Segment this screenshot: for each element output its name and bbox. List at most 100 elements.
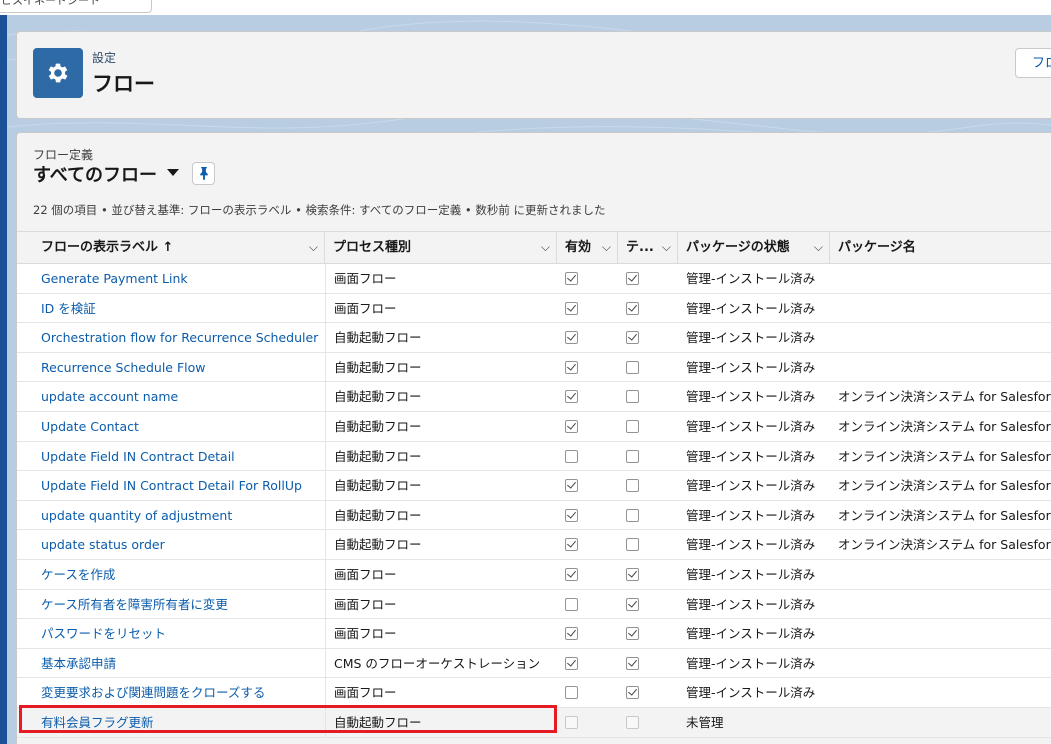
- browser-tab[interactable]: ビスイネードシート: [0, 0, 152, 13]
- active-checkbox: [565, 419, 578, 433]
- flow-label-link[interactable]: update quantity of adjustment: [33, 501, 324, 530]
- new-flow-button[interactable]: フロ: [1015, 48, 1051, 78]
- process-type-cell: 画面フロー: [325, 264, 556, 293]
- table-row[interactable]: 変更要求および関連問題をクローズする 画面フロー 管理-インストール済み: [17, 678, 1051, 708]
- table-row[interactable]: 基本承認申請 CMS のフローオーケストレーション 管理-インストール済み: [17, 648, 1051, 679]
- flow-label-link[interactable]: ケースを作成: [33, 560, 324, 589]
- flow-label-link[interactable]: Orchestration flow for Recurrence Schedu…: [33, 323, 324, 352]
- table-row[interactable]: Orchestration flow for Recurrence Schedu…: [17, 323, 1051, 353]
- flow-label-link[interactable]: update account name: [33, 382, 324, 411]
- column-header-label-text: フローの表示ラベル ↑: [41, 240, 174, 255]
- active-checkbox: [565, 508, 578, 522]
- flow-label-link[interactable]: 変更要求および関連問題をクローズする: [33, 678, 324, 707]
- chevron-down-icon[interactable]: ⌵: [602, 232, 611, 263]
- table-row[interactable]: Update Field IN Contract Detail For Roll…: [17, 471, 1051, 501]
- list-view-selector[interactable]: すべてのフロー: [33, 161, 157, 187]
- active-checkbox: [565, 538, 578, 552]
- column-header-label[interactable]: フローの表示ラベル ↑ ⌵: [33, 232, 325, 263]
- active-checkbox: [565, 390, 578, 404]
- active-checkbox: [565, 656, 578, 670]
- flow-label-link[interactable]: ID を検証: [33, 294, 324, 323]
- page-header: 設定 フロー フロ: [16, 31, 1051, 119]
- template-checkbox: [626, 627, 639, 641]
- process-type-cell: 自動起動フロー: [325, 707, 556, 737]
- table-header: フローの表示ラベル ↑ ⌵ プロセス種別 ⌵ 有効 ⌵ テ... ⌵ パッケージの状態 ⌵…: [17, 231, 1051, 264]
- list-view-info: 22 個の項目 • 並び替え基準: フローの表示ラベル • 検索条件: すべての…: [33, 203, 606, 217]
- browser-topbar: ビスイネードシート: [0, 0, 1051, 15]
- column-header-template[interactable]: テ... ⌵: [618, 232, 678, 263]
- setup-frame: 設定 フロー フロ フロー定義 すべてのフロー 22 個の項目 • 並び替え基準…: [7, 15, 1051, 744]
- template-checkbox: [626, 419, 639, 433]
- package-name-cell: オンライン決済システム for Salesfor: [838, 418, 1051, 434]
- column-header-package-name[interactable]: パッケージ名: [830, 232, 1051, 263]
- pin-icon[interactable]: [192, 162, 215, 185]
- table-row[interactable]: ケース所有者を障害所有者に変更 画面フロー 管理-インストール済み: [17, 589, 1051, 620]
- flow-label-link[interactable]: Update Field IN Contract Detail For Roll…: [33, 471, 324, 500]
- package-state-cell: 管理-インストール済み: [686, 566, 816, 582]
- column-header-package-state[interactable]: パッケージの状態 ⌵: [678, 232, 830, 263]
- flow-label-link[interactable]: Update Field IN Contract Detail: [33, 442, 324, 471]
- process-type-cell: 画面フロー: [325, 559, 556, 589]
- flow-label-link[interactable]: Update Contact: [33, 412, 324, 441]
- active-checkbox: [565, 686, 578, 700]
- active-checkbox: [565, 479, 578, 493]
- template-checkbox: [626, 301, 639, 315]
- chevron-down-icon[interactable]: ⌵: [541, 232, 550, 263]
- process-type-cell: 画面フロー: [325, 678, 556, 708]
- table-row[interactable]: パスワードをリセット 画面フロー 管理-インストール済み: [17, 619, 1051, 649]
- template-checkbox: [626, 508, 639, 522]
- table-row[interactable]: ID を検証 画面フロー 管理-インストール済み: [17, 293, 1051, 324]
- package-name-cell: [830, 678, 1051, 707]
- flow-label-link[interactable]: 有料会員フラグ更新: [33, 708, 324, 737]
- package-state-cell: 管理-インストール済み: [686, 655, 816, 671]
- active-checkbox: [565, 597, 578, 611]
- table-row[interactable]: Generate Payment Link 画面フロー 管理-インストール済み: [17, 264, 1051, 294]
- package-state-cell: 管理-インストール済み: [686, 271, 816, 286]
- column-header-process-type[interactable]: プロセス種別 ⌵: [325, 232, 557, 263]
- process-type-cell: 自動起動フロー: [325, 382, 556, 412]
- flow-label-link[interactable]: 基本承認申請: [33, 649, 324, 678]
- active-checkbox: [565, 567, 578, 581]
- template-checkbox: [626, 656, 639, 670]
- package-name-cell: オンライン決済システム for Salesfor: [838, 507, 1051, 523]
- page-title: フロー: [92, 72, 155, 96]
- column-header-process-type-text: プロセス種別: [333, 240, 412, 255]
- chevron-down-icon[interactable]: ⌵: [814, 232, 823, 263]
- table-row[interactable]: Update Field IN Contract Detail 自動起動フロー 管理…: [17, 441, 1051, 472]
- caret-down-icon[interactable]: [167, 169, 179, 176]
- flow-label-link[interactable]: update status order: [33, 530, 324, 559]
- table-row[interactable]: 有料会員フラグ更新 自動起動フロー 未管理: [17, 707, 1051, 738]
- chevron-down-icon[interactable]: ⌵: [309, 232, 318, 263]
- table-row[interactable]: Recurrence Schedule Flow 自動起動フロー 管理-インストール…: [17, 352, 1051, 383]
- flow-label-link[interactable]: パスワードをリセット: [33, 619, 324, 648]
- template-checkbox: [626, 686, 639, 700]
- table-row[interactable]: update status order 自動起動フロー 管理-インストール済み オンラ…: [17, 530, 1051, 560]
- package-state-cell: 管理-インストール済み: [686, 478, 816, 494]
- template-checkbox: [626, 449, 639, 463]
- table-row[interactable]: ケースを作成 画面フロー 管理-インストール済み: [17, 559, 1051, 590]
- table-row[interactable]: Update Contact 自動起動フロー 管理-インストール済み オンライン決済シ…: [17, 411, 1051, 442]
- template-checkbox: [626, 567, 639, 581]
- table-row[interactable]: update quantity of adjustment 自動起動フロー 管理-イ…: [17, 500, 1051, 531]
- process-type-cell: 画面フロー: [325, 293, 556, 323]
- chevron-down-icon[interactable]: ⌵: [662, 232, 671, 263]
- column-header-package-state-text: パッケージの状態: [686, 240, 790, 255]
- table-body: Generate Payment Link 画面フロー 管理-インストール済み ID …: [17, 264, 1051, 738]
- template-checkbox: [626, 331, 639, 345]
- active-checkbox: [565, 360, 578, 374]
- process-type-cell: 自動起動フロー: [325, 441, 556, 471]
- active-checkbox: [565, 301, 578, 315]
- flow-label-link[interactable]: ケース所有者を障害所有者に変更: [33, 590, 324, 619]
- active-checkbox: [565, 331, 578, 345]
- package-state-cell: 管理-インストール済み: [686, 537, 816, 553]
- table-row[interactable]: update account name 自動起動フロー 管理-インストール済み オンラ…: [17, 382, 1051, 412]
- package-name-cell: オンライン決済システム for Salesfor: [838, 389, 1051, 405]
- package-name-cell: [830, 264, 1051, 293]
- package-state-cell: 管理-インストール済み: [686, 685, 816, 701]
- flow-label-link[interactable]: Recurrence Schedule Flow: [33, 353, 324, 382]
- package-name-cell: オンライン決済システム for Salesfor: [838, 448, 1051, 464]
- flow-label-link[interactable]: Generate Payment Link: [33, 264, 324, 293]
- active-checkbox: [565, 272, 578, 285]
- column-header-active[interactable]: 有効 ⌵: [557, 232, 618, 263]
- template-checkbox: [626, 390, 639, 404]
